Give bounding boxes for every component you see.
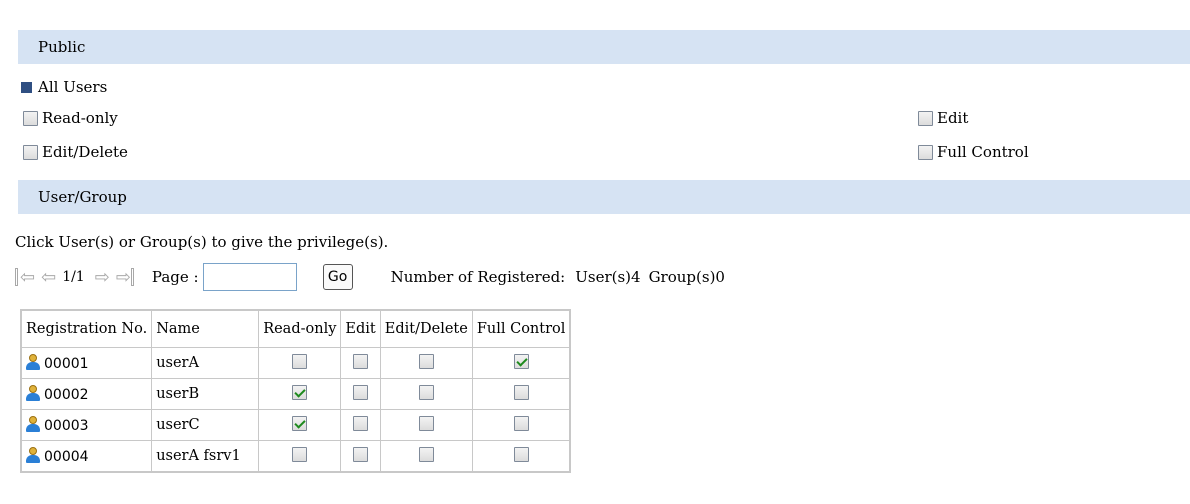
- public-edit-delete-checkbox[interactable]: [23, 144, 38, 160]
- public-edit-option[interactable]: Edit: [918, 107, 968, 129]
- table-row[interactable]: 00004 userA fsrv1: [20, 440, 571, 473]
- registered-label: Number of Registered:: [390, 268, 566, 286]
- user-privilege-table: Registration No. Name Read-only Edit Edi…: [20, 309, 572, 473]
- edit-delete-cell: [379, 378, 473, 410]
- edit-delete-checkbox[interactable]: [418, 353, 434, 369]
- edit-checkbox[interactable]: [353, 415, 369, 431]
- user-icon: [26, 447, 40, 463]
- public-edit-label: Edit: [937, 109, 969, 127]
- table-row[interactable]: 00002 userB: [20, 378, 571, 410]
- reg-no-cell[interactable]: 00001: [20, 347, 153, 379]
- edit-delete-cell: [379, 347, 473, 379]
- all-users-label: All Users: [38, 78, 108, 96]
- user-name-cell: userA fsrv1: [151, 440, 260, 473]
- read-only-checkbox[interactable]: [292, 384, 308, 400]
- public-full-control-option[interactable]: Full Control: [918, 141, 1029, 163]
- user-icon: [26, 385, 40, 401]
- page-input[interactable]: [202, 263, 297, 291]
- table-row[interactable]: 00003 userC: [20, 409, 571, 441]
- read-only-cell: [258, 440, 342, 473]
- full-control-checkbox[interactable]: [513, 446, 529, 462]
- reg-no-cell[interactable]: 00002: [20, 378, 153, 410]
- users-count: User(s)4: [575, 268, 641, 286]
- user-name-cell: userB: [151, 378, 260, 410]
- read-only-checkbox[interactable]: [292, 446, 308, 462]
- public-read-only-option[interactable]: Read-only: [23, 107, 118, 129]
- public-section-title: Public: [38, 38, 86, 56]
- user-group-section-header: User/Group: [18, 180, 1190, 214]
- edit-delete-checkbox[interactable]: [418, 446, 434, 462]
- public-read-only-label: Read-only: [42, 109, 118, 127]
- read-only-checkbox[interactable]: [292, 415, 308, 431]
- edit-delete-checkbox[interactable]: [418, 415, 434, 431]
- user-name-cell: userC: [151, 409, 260, 441]
- square-bullet-icon: [21, 81, 32, 93]
- registration-number: 00003: [44, 418, 89, 434]
- read-only-cell: [258, 378, 342, 410]
- edit-checkbox[interactable]: [353, 384, 369, 400]
- header-edit-delete: Edit/Delete: [379, 309, 473, 348]
- public-section-header: Public: [18, 30, 1190, 64]
- full-control-cell: [471, 409, 571, 441]
- edit-delete-checkbox[interactable]: [418, 384, 434, 400]
- full-control-checkbox[interactable]: [513, 384, 529, 400]
- last-page-bar-icon[interactable]: [130, 268, 134, 286]
- first-page-bar-icon[interactable]: [15, 268, 18, 286]
- go-button[interactable]: Go: [322, 264, 353, 290]
- full-control-cell: [471, 440, 571, 473]
- page-label: Page :: [151, 268, 199, 286]
- groups-count: Group(s)0: [648, 268, 725, 286]
- instruction-text: Click User(s) or Group(s) to give the pr…: [15, 233, 389, 251]
- header-read-only: Read-only: [258, 309, 342, 348]
- header-registration-no: Registration No.: [20, 309, 153, 348]
- read-only-checkbox[interactable]: [292, 353, 308, 369]
- table-row[interactable]: 00001 userA: [20, 347, 571, 379]
- edit-cell: [340, 347, 381, 379]
- page-indicator: 1/1: [62, 269, 85, 285]
- edit-checkbox[interactable]: [353, 353, 369, 369]
- last-page-icon[interactable]: ⇨: [116, 267, 131, 288]
- user-name-cell: userA: [151, 347, 260, 379]
- first-page-icon[interactable]: ⇦: [20, 267, 35, 288]
- all-users-row: All Users: [21, 76, 107, 98]
- header-name: Name: [151, 309, 260, 348]
- edit-cell: [340, 409, 381, 441]
- public-read-only-checkbox[interactable]: [23, 110, 38, 126]
- public-edit-checkbox[interactable]: [918, 110, 933, 126]
- next-page-icon[interactable]: ⇨: [95, 267, 110, 288]
- edit-delete-cell: [379, 409, 473, 441]
- edit-checkbox[interactable]: [353, 446, 369, 462]
- read-only-cell: [258, 347, 342, 379]
- full-control-cell: [471, 347, 571, 379]
- public-full-control-checkbox[interactable]: [918, 144, 933, 160]
- edit-cell: [340, 440, 381, 473]
- edit-cell: [340, 378, 381, 410]
- header-edit: Edit: [340, 309, 381, 348]
- pager: ⇦ ⇦ 1/1 ⇨ ⇨ Page : Go Number of Register…: [15, 262, 725, 292]
- registration-number: 00004: [44, 449, 89, 465]
- reg-no-cell[interactable]: 00003: [20, 409, 153, 441]
- table-header-row: Registration No. Name Read-only Edit Edi…: [20, 309, 571, 348]
- public-full-control-label: Full Control: [937, 143, 1029, 161]
- user-icon: [26, 416, 40, 432]
- edit-delete-cell: [379, 440, 473, 473]
- full-control-cell: [471, 378, 571, 410]
- full-control-checkbox[interactable]: [513, 353, 529, 369]
- reg-no-cell[interactable]: 00004: [20, 440, 153, 473]
- public-edit-delete-label: Edit/Delete: [42, 143, 128, 161]
- full-control-checkbox[interactable]: [513, 415, 529, 431]
- user-icon: [26, 354, 40, 370]
- header-full-control: Full Control: [471, 309, 571, 348]
- registration-number: 00001: [44, 356, 89, 372]
- registration-number: 00002: [44, 387, 89, 403]
- previous-page-icon[interactable]: ⇦: [41, 267, 56, 288]
- read-only-cell: [258, 409, 342, 441]
- user-group-section-title: User/Group: [38, 188, 127, 206]
- public-edit-delete-option[interactable]: Edit/Delete: [23, 141, 128, 163]
